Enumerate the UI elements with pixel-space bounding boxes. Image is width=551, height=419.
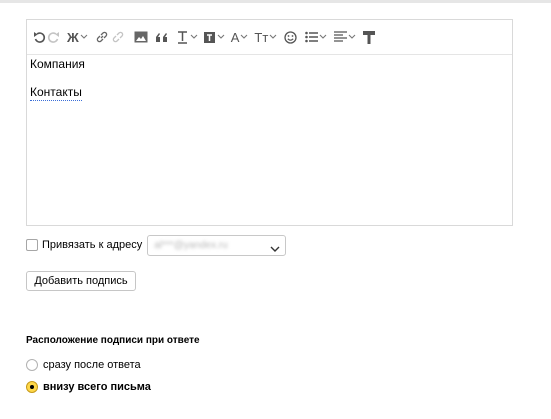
font-size-icon[interactable]: Тт bbox=[254, 27, 268, 47]
chevron-down-icon[interactable] bbox=[319, 27, 327, 47]
chevron-down-icon[interactable] bbox=[217, 27, 225, 47]
align-icon[interactable] bbox=[333, 27, 347, 47]
chevron-down-icon[interactable] bbox=[240, 27, 248, 47]
radio-bottom-label[interactable]: внизу всего письма bbox=[43, 381, 151, 393]
list-icon[interactable] bbox=[304, 27, 318, 47]
text-style-icon[interactable] bbox=[177, 27, 189, 47]
bind-address-checkbox[interactable] bbox=[26, 239, 38, 251]
text-background-icon[interactable] bbox=[204, 27, 216, 47]
emoji-icon[interactable] bbox=[283, 27, 297, 47]
placement-option-bottom[interactable]: внизу всего письма bbox=[26, 379, 151, 395]
undo-icon[interactable] bbox=[32, 27, 46, 47]
clear-format-icon[interactable] bbox=[362, 27, 376, 47]
signature-editor[interactable]: Ж A Тт Компания Контакты bbox=[26, 19, 513, 226]
link-icon[interactable] bbox=[94, 27, 110, 47]
bind-address-label[interactable]: Привязать к адресу bbox=[42, 239, 142, 251]
placement-option-after-reply[interactable]: сразу после ответа bbox=[26, 357, 141, 373]
radio-after-reply-label[interactable]: сразу после ответа bbox=[43, 359, 141, 371]
text-color-icon[interactable]: A bbox=[231, 27, 240, 47]
editor-toolbar: Ж A Тт bbox=[27, 20, 512, 55]
chevron-down-icon[interactable] bbox=[80, 27, 88, 47]
image-icon[interactable] bbox=[133, 27, 149, 47]
top-divider bbox=[0, 0, 551, 3]
chevron-down-icon[interactable] bbox=[348, 27, 356, 47]
quote-icon[interactable] bbox=[154, 27, 170, 47]
radio-bottom[interactable] bbox=[26, 381, 38, 393]
radio-after-reply[interactable] bbox=[26, 359, 38, 371]
address-select[interactable]: al***@yandex.ru bbox=[147, 234, 287, 258]
address-select-value: al***@yandex.ru bbox=[154, 239, 228, 251]
bind-address-row: Привязать к адресу al***@yandex.ru bbox=[26, 234, 287, 258]
placement-title: Расположение подписи при ответе bbox=[26, 335, 200, 346]
add-signature-button[interactable]: Добавить подпись bbox=[26, 271, 136, 291]
redo-icon[interactable] bbox=[46, 27, 60, 47]
unlink-icon[interactable] bbox=[110, 27, 126, 47]
bold-icon[interactable]: Ж bbox=[67, 27, 79, 47]
editor-line-contacts: Контакты bbox=[30, 85, 82, 101]
chevron-down-icon bbox=[270, 240, 280, 258]
editor-line-company: Компания bbox=[30, 57, 85, 71]
chevron-down-icon[interactable] bbox=[190, 27, 198, 47]
chevron-down-icon[interactable] bbox=[269, 27, 277, 47]
